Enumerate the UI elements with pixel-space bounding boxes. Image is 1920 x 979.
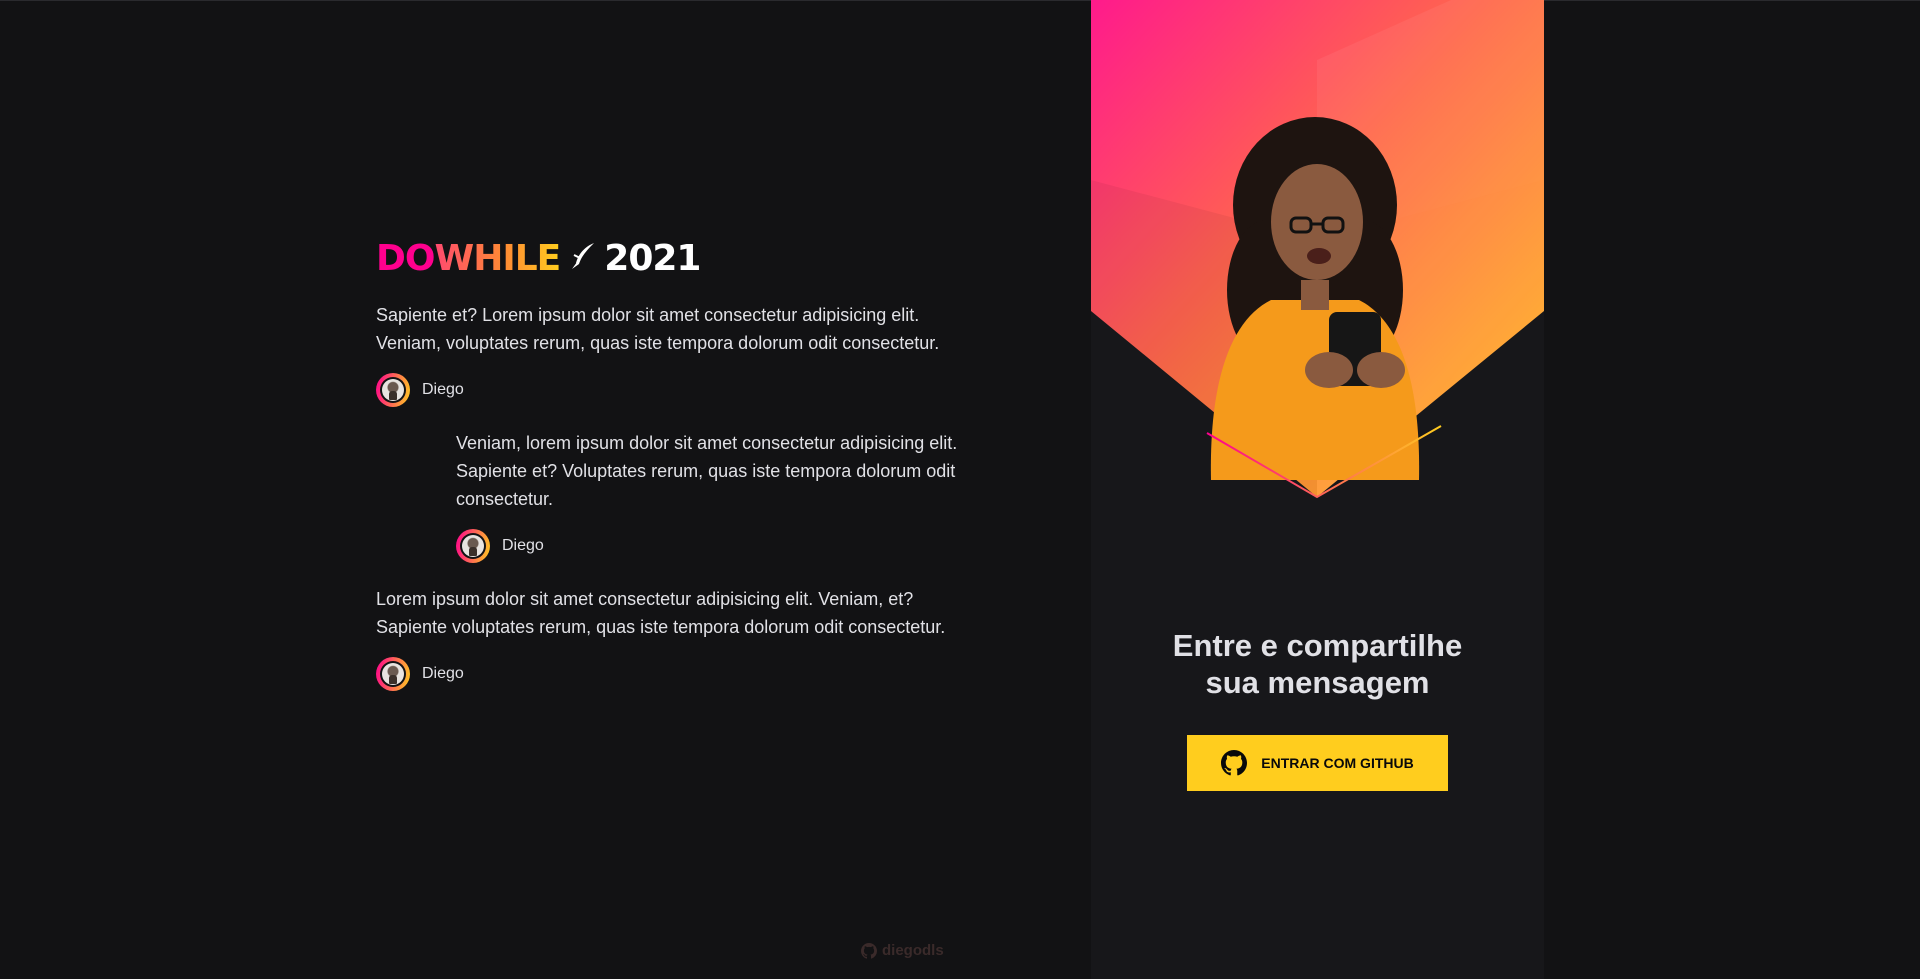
signin-button-label: ENTRAR COM GITHUB — [1261, 755, 1414, 771]
logo-while: WHILE — [434, 237, 562, 279]
login-panel: Entre e compartilhe sua mensagem ENTRAR … — [1091, 0, 1544, 979]
github-signin-button[interactable]: ENTRAR COM GITHUB — [1187, 735, 1448, 791]
logo-year: 2021 — [604, 237, 701, 279]
top-border — [0, 0, 1920, 1]
avatar — [376, 657, 410, 691]
message-list: DO WHILE 2021 Sapiente et? Lorem ipsum d… — [376, 238, 996, 713]
message-user: Diego — [376, 657, 996, 691]
avatar-image — [382, 663, 404, 685]
message-item: Veniam, lorem ipsum dolor sit amet conse… — [456, 429, 996, 563]
github-icon — [1221, 750, 1248, 776]
message-item: Lorem ipsum dolor sit amet consectetur a… — [376, 585, 996, 691]
avatar-image — [462, 535, 484, 557]
github-username: diegodls — [882, 942, 944, 959]
login-title-line1: Entre e compartilhe — [1172, 628, 1463, 663]
user-name: Diego — [422, 381, 464, 398]
logo-do: DO — [376, 237, 435, 279]
login-title: Entre e compartilhe sua mensagem — [1091, 627, 1544, 701]
avatar — [376, 373, 410, 407]
message-item: Sapiente et? Lorem ipsum dolor sit amet … — [376, 301, 996, 407]
message-content: Veniam, lorem ipsum dolor sit amet conse… — [456, 433, 958, 509]
avatar-image — [382, 379, 404, 401]
message-content: Lorem ipsum dolor sit amet consectetur a… — [376, 589, 946, 637]
avatar — [456, 529, 490, 563]
quill-icon — [570, 241, 596, 276]
user-name: Diego — [422, 665, 464, 682]
message-user: Diego — [376, 373, 996, 407]
dowhile-logo: DO WHILE 2021 — [376, 238, 996, 279]
login-title-line2: sua mensagem — [1205, 665, 1430, 700]
github-icon — [861, 942, 877, 959]
github-footer-link[interactable]: diegodls — [861, 942, 944, 959]
user-name: Diego — [502, 537, 544, 554]
message-content: Sapiente et? Lorem ipsum dolor sit amet … — [376, 305, 940, 353]
message-user: Diego — [456, 529, 996, 563]
hero-illustration — [1091, 0, 1544, 499]
